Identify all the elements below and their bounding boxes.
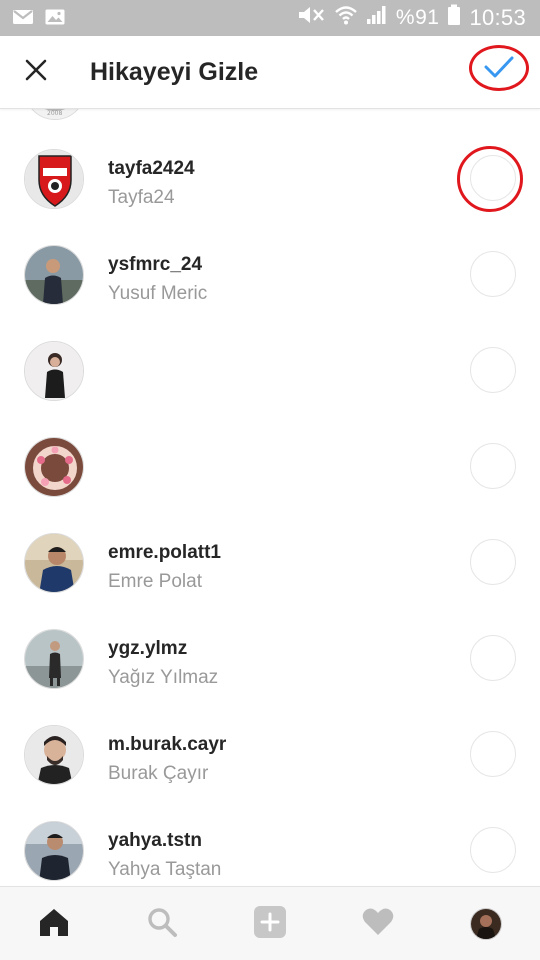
close-button[interactable] (18, 54, 54, 90)
avatar (24, 245, 84, 305)
select-radio[interactable] (470, 827, 516, 873)
list-item[interactable] (0, 420, 540, 516)
battery-icon (447, 4, 461, 32)
select-radio[interactable] (470, 443, 516, 489)
select-radio[interactable] (457, 146, 523, 212)
gmail-icon (12, 8, 34, 31)
wifi-icon (334, 4, 358, 32)
avatar (24, 725, 84, 785)
list-item[interactable]: m.burak.cayr Burak Çayır (0, 708, 540, 804)
mute-icon (296, 4, 326, 32)
username: tayfa2424 (108, 158, 195, 179)
nav-activity[interactable] (348, 894, 408, 954)
clock: 10:53 (469, 5, 526, 30)
username: yahya.tstn (108, 830, 202, 851)
avatar (24, 533, 84, 593)
confirm-button[interactable] (469, 45, 529, 91)
select-radio[interactable] (470, 635, 516, 681)
full-name: Yahya Taştan (108, 859, 222, 880)
nav-home[interactable] (24, 894, 84, 954)
svg-text:2008: 2008 (47, 110, 62, 117)
username: ygz.ylmz (108, 638, 188, 659)
list-item[interactable]: yahya.tstn Yahya Taştan (0, 804, 540, 886)
full-name: Emre Polat (108, 571, 202, 592)
full-name: Burak Çayır (108, 763, 209, 784)
home-icon (37, 906, 71, 943)
list-item[interactable]: ysfmrc_24 Yusuf Meric (0, 228, 540, 324)
select-radio[interactable] (470, 539, 516, 585)
avatar (24, 149, 84, 209)
status-bar: %91 10:53 (0, 0, 540, 36)
select-radio[interactable] (470, 251, 516, 297)
search-icon (146, 906, 178, 943)
nav-profile[interactable] (456, 894, 516, 954)
avatar (24, 821, 84, 881)
full-name: Yusuf Meric (108, 283, 208, 304)
list-item[interactable]: ygz.ylmz Yağız Yılmaz (0, 612, 540, 708)
profile-avatar (470, 908, 502, 940)
nav-add-post[interactable] (240, 894, 300, 954)
avatar (24, 341, 84, 401)
avatar (24, 629, 84, 689)
list-item[interactable]: tayfa2424 Tayfa24 (0, 132, 540, 228)
gallery-icon (44, 8, 66, 31)
avatar: 2008 (24, 108, 86, 120)
username: ysfmrc_24 (108, 254, 203, 275)
signal-icon (366, 4, 388, 32)
select-radio[interactable] (470, 731, 516, 777)
avatar (24, 437, 84, 497)
battery-percent: %91 (395, 6, 440, 29)
close-icon (24, 58, 48, 87)
page-title: Hikayeyi Gizle (90, 58, 259, 86)
nav-search[interactable] (132, 894, 192, 954)
checkmark-icon (483, 54, 515, 85)
status-right: %91 10:53 (296, 0, 526, 36)
username: m.burak.cayr (108, 734, 227, 755)
activity-heart-icon (361, 907, 395, 942)
app-screen: %91 10:53 Hikayeyi Gizle 2008 tayfa2424 … (0, 0, 540, 960)
user-list: 2008 tayfa2424 Tayfa24 ysfmrc_24 Yusuf M… (0, 108, 540, 886)
header-bar: Hikayeyi Gizle (0, 36, 540, 109)
highlight-circle-annotation (457, 146, 523, 212)
list-item[interactable]: emre.polatt1 Emre Polat (0, 516, 540, 612)
username: emre.polatt1 (108, 542, 221, 563)
select-radio[interactable] (470, 347, 516, 393)
full-name: Tayfa24 (108, 187, 175, 208)
add-post-icon (253, 905, 287, 944)
list-item[interactable] (0, 324, 540, 420)
full-name: Yağız Yılmaz (108, 667, 219, 688)
status-left-icons (12, 8, 66, 31)
bottom-nav (0, 886, 540, 960)
